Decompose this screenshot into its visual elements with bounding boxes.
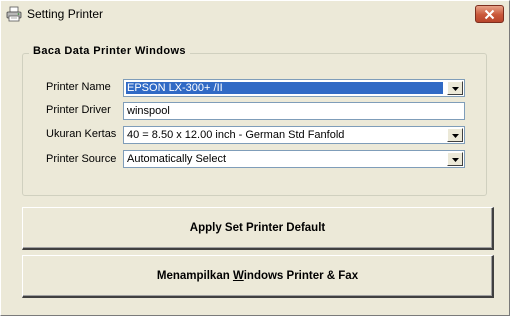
apply-default-label: Apply Set Printer Default <box>189 222 326 234</box>
printer-source-select[interactable]: Automatically Select <box>123 150 465 168</box>
show-windows-printers-button[interactable]: Menampilkan Windows Printer & Fax <box>22 255 494 298</box>
apply-default-printer-button[interactable]: Apply Set Printer Default <box>22 207 494 250</box>
setting-printer-window: Setting Printer Baca Data Printer Window… <box>0 0 510 316</box>
chevron-down-icon <box>451 82 459 94</box>
close-button[interactable] <box>475 5 504 23</box>
printer-driver-label: Printer Driver <box>46 104 111 116</box>
printer-name-dropdown-button[interactable] <box>447 81 463 95</box>
groupbox-title: Baca Data Printer Windows <box>29 45 190 57</box>
chevron-down-icon <box>451 153 459 165</box>
paper-size-value: 40 = 8.50 x 12.00 inch - German Std Fanf… <box>127 129 345 141</box>
printer-data-groupbox <box>22 53 487 196</box>
chevron-down-icon <box>451 129 459 141</box>
printer-name-value: EPSON LX-300+ /II <box>127 82 223 94</box>
printer-name-label: Printer Name <box>46 81 111 93</box>
paper-size-dropdown-button[interactable] <box>447 128 463 142</box>
paper-size-select[interactable]: 40 = 8.50 x 12.00 inch - German Std Fanf… <box>123 126 465 144</box>
show-printers-label: Menampilkan Windows Printer & Fax <box>156 270 359 282</box>
window-title: Setting Printer <box>27 7 104 21</box>
printer-source-dropdown-button[interactable] <box>447 152 463 166</box>
printer-driver-value: winspool <box>127 105 170 117</box>
printer-icon <box>6 6 22 22</box>
paper-size-label: Ukuran Kertas <box>46 128 117 140</box>
printer-driver-field[interactable]: winspool <box>123 102 465 120</box>
printer-source-label: Printer Source <box>46 153 117 165</box>
printer-source-value: Automatically Select <box>127 153 227 165</box>
printer-name-select[interactable]: EPSON LX-300+ /II <box>123 79 465 97</box>
close-icon <box>484 9 495 20</box>
title-bar[interactable]: Setting Printer <box>1 1 509 27</box>
